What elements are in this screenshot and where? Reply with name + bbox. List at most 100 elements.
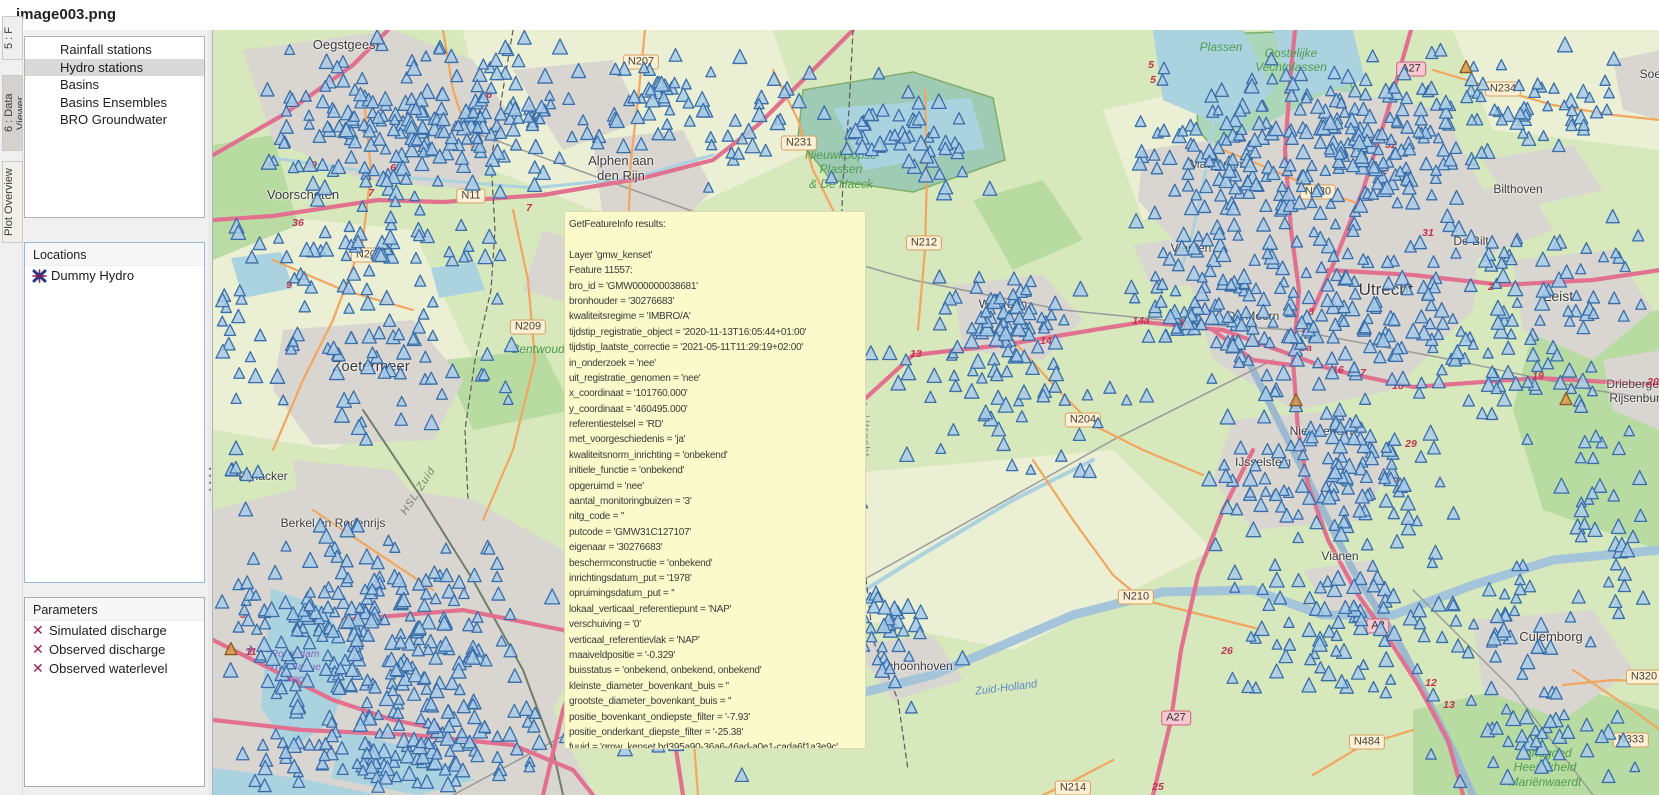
location-item-label: Dummy Hydro [51,268,134,283]
motorway-exit-number: 25 [1152,781,1164,793]
motorway-exit-number: 36 [292,217,304,229]
popup-attribute-line: bronhouder = '30276683' [569,294,861,309]
motorway-exit-number: 19 [1532,370,1544,382]
motorway-exit-number: 8a [1302,324,1314,336]
motorway-exit-number: 26 [1221,645,1233,657]
road-shield-a27: A27 [1161,711,1191,726]
window-titlebar: image003.png [0,0,1659,30]
road-shield-n484: N484 [1349,735,1385,750]
layers-list-panel: Rainfall stationsHydro stationsBasinsBas… [24,36,205,218]
tab-5-f[interactable]: 5 : F [2,16,23,60]
map-label-town: Pijnacker [238,470,287,484]
map-label-area: OostelijkeVechtplassen [1255,46,1327,75]
parameter-item-observed-waterlevel[interactable]: ✕Observed waterlevel [25,659,204,678]
getfeatureinfo-popup: GetFeatureInfo results: Layer 'gmw_kense… [564,211,866,749]
popup-attribute-line: opruimingsdatum_put = '' [569,586,861,601]
popup-attribute-line: kleinste_diameter_bovenkant_buis = '' [569,679,861,694]
layer-item-rainfall-stations[interactable]: Rainfall stations [25,41,204,59]
map-viewport[interactable]: OegstgeestVoorschotenAlphen aanden RijnZ… [212,30,1659,795]
layer-item-basins[interactable]: Basins [25,76,204,94]
locations-panel: Locations Dummy Hydro [24,242,205,583]
map-label-town: De Bilt [1453,235,1488,249]
sidebar: Rainfall stationsHydro stationsBasinsBas… [23,30,208,795]
layer-item-basins-ensembles[interactable]: Basins Ensembles [25,94,204,112]
map-label-town: Schoonhoven [879,660,952,674]
map-label-town: Utrecht [1359,280,1414,300]
motorway-exit-number: 14a [1172,317,1190,329]
parameters-panel: Parameters ✕Simulated discharge✕Observed… [24,597,205,787]
map-label-town: IJsselstein [1235,456,1291,470]
popup-attribute-line: verschuiving = '0' [569,617,861,632]
map-label-town: Culemborg [1519,630,1583,645]
map-label-area: LandgoedHeerlijkheidMariënwaerdt [1509,746,1582,789]
tab-plot-overview[interactable]: Plot Overview [2,161,23,243]
layer-item-hydro-stations[interactable]: Hydro stations [25,59,204,77]
popup-attribute-line: kwaliteitsregime = 'IMBRO/A' [569,309,861,324]
motorway-exit-number: 32 [1385,139,1397,151]
popup-attribute-line: inrichtingsdatum_put = '1978' [569,571,861,586]
popup-attribute-line: met_voorgeschiedenis = 'ja' [569,432,861,447]
map-label-town: Bilthoven [1493,183,1542,197]
motorway-exit-number: 7 [526,202,532,214]
popup-attribute-line: fuuid = 'gmw_kenset.bd395a90-36a6-46ad-a… [569,740,861,749]
map-label-town: Vleuten [1171,242,1212,256]
parameters-panel-header: Parameters [25,598,204,621]
popup-attribute-line: x_coordinaat = '101760.000' [569,386,861,401]
road-shield-n234: N234 [1485,82,1521,97]
location-item-dummy-hydro[interactable]: Dummy Hydro [25,266,204,285]
road-shield-a2: A2 [1366,619,1389,634]
layer-item-bro-groundwater[interactable]: BRO Groundwater [25,111,204,129]
popup-attribute-line: beschermconstructie = 'onbekend' [569,556,861,571]
popup-attribute-line: buisstatus = 'onbekend, onbekend, onbeke… [569,663,861,678]
location-star-icon [32,269,48,283]
motorway-exit-number: 17 [1354,367,1366,379]
motorway-exit-number: 9 [286,279,292,291]
motorway-exit-number: 13 [910,348,922,360]
map-label-town: Voorschoten [267,188,339,203]
popup-attribute-line: maaiveldpositie = '-0.329' [569,648,861,663]
map-label-town: Woerden [979,298,1027,312]
map-label-town: Soest [1640,68,1659,82]
popup-attribute-line: nitg_code = '' [569,509,861,524]
motorway-exit-number: 14 [1040,335,1052,347]
locations-panel-header: Locations [25,243,204,266]
popup-attribute-line: positie_onderkant_diepste_filter = '-25.… [569,725,861,740]
motorway-exit-number: 31 [1422,227,1434,239]
parameter-item-label: Observed waterlevel [49,661,168,676]
popup-attribute-line: opgeruimd = 'nee' [569,479,861,494]
road-shield-n320: N320 [1626,670,1659,685]
popup-attribute-line: putcode = 'GMW31C127107' [569,525,861,540]
popup-attribute-line: lokaal_verticaal_referentiepunt = 'NAP' [569,602,861,617]
motorway-exit-number: 2 [1488,281,1494,293]
popup-attribute-line: initiele_functie = 'onbekend' [569,463,861,478]
road-shield-n11: N11 [456,189,485,204]
motorway-exit-number: 16 [1332,364,1344,376]
popup-attribute-line: uit_registratie_genomen = 'nee' [569,371,861,386]
map-label-town: Oegstgeest [313,38,380,53]
parameter-item-simulated-discharge[interactable]: ✕Simulated discharge [25,621,204,640]
road-shield-n210: N210 [1118,590,1154,605]
parameter-item-label: Observed discharge [49,642,165,657]
motorway-exit-number: 5 [1148,59,1154,71]
motorway-exit-number: 7 [368,187,374,199]
parameter-item-observed-discharge[interactable]: ✕Observed discharge [25,640,204,659]
tab-data-viewer[interactable]: 6 : Data Viewer [2,75,23,151]
map-label-hsl-zuid: HSL-Zuid [398,465,438,517]
popup-attribute-line: tijdstip_registratie_object = '2020-11-1… [569,325,861,340]
motorway-exit-number: 13 [1443,699,1455,711]
x-marker-icon: ✕ [32,641,49,658]
popup-layer-line: Layer 'gmw_kenset' [569,248,861,263]
motorway-exit-number: 3 [240,609,246,621]
motorway-exit-number: 5 [1150,74,1156,86]
popup-attribute-line: eigenaar = '30276683' [569,540,861,555]
road-shield-n212: N212 [906,236,942,251]
popup-attribute-line: y_coordinaat = '460495.000' [569,402,861,417]
map-label-town: De Meern [1227,310,1280,324]
motorway-exit-number: 60 [390,162,402,174]
motorway-exit-number: 28 [1387,473,1399,485]
map-label-area: Plassen [1200,40,1243,54]
parameter-item-label: Simulated discharge [49,623,167,638]
motorway-exit-number: 29 [1405,438,1417,450]
motorway-exit-number: 20 [1647,376,1659,388]
road-shield-n333: N333 [1613,733,1649,748]
